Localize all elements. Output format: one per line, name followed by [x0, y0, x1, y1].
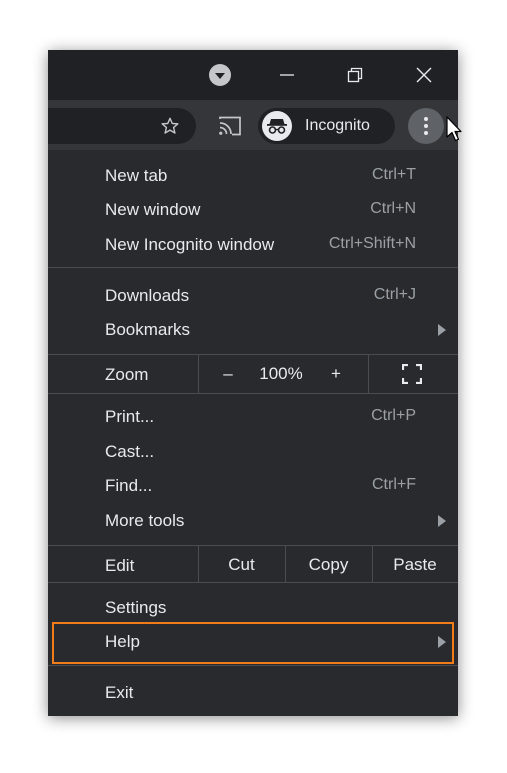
menu-item-settings[interactable]: Settings	[48, 591, 458, 625]
menu-item-label: Help	[105, 632, 140, 651]
menu-item-downloads[interactable]: Downloads Ctrl+J	[48, 279, 458, 313]
zoom-out-button[interactable]: –	[208, 364, 248, 384]
menu-item-more-tools[interactable]: More tools	[48, 504, 458, 538]
incognito-icon	[267, 119, 287, 134]
menu-item-help[interactable]: Help	[48, 625, 458, 659]
zoom-in-button[interactable]: +	[314, 364, 358, 384]
menu-item-new-window[interactable]: New window Ctrl+N	[48, 193, 458, 227]
customize-menu-button[interactable]	[408, 108, 444, 144]
menu-item-label: Cast...	[105, 442, 155, 461]
close-button[interactable]	[401, 60, 447, 90]
address-bar[interactable]	[48, 108, 196, 144]
menu-separator	[48, 267, 458, 268]
menu-item-shortcut: Ctrl+P	[371, 407, 416, 424]
menu-item-label: Downloads	[105, 286, 190, 305]
title-bar	[48, 50, 458, 100]
menu-separator	[48, 393, 458, 394]
menu-item-print[interactable]: Print... Ctrl+P	[48, 400, 458, 434]
menu-item-new-incognito-window[interactable]: New Incognito window Ctrl+Shift+N	[48, 228, 458, 262]
close-icon	[416, 67, 432, 83]
chrome-main-menu: New tab Ctrl+T New window Ctrl+N New Inc…	[48, 150, 458, 716]
cut-button[interactable]: Cut	[198, 555, 285, 575]
cast-icon[interactable]	[218, 116, 242, 136]
copy-button[interactable]: Copy	[285, 555, 372, 575]
menu-item-exit[interactable]: Exit	[48, 676, 458, 710]
paste-button[interactable]: Paste	[372, 555, 458, 575]
restore-button[interactable]	[332, 60, 378, 90]
menu-item-label: Exit	[105, 683, 134, 702]
zoom-divider	[368, 355, 369, 393]
incognito-avatar	[262, 111, 292, 141]
menu-item-shortcut: Ctrl+F	[372, 476, 416, 493]
submenu-arrow-icon	[438, 636, 446, 648]
menu-item-label: Find...	[105, 476, 153, 495]
submenu-arrow-icon	[438, 515, 446, 527]
menu-separator	[48, 665, 458, 666]
menu-separator	[48, 582, 458, 583]
mouse-cursor-icon	[446, 116, 462, 142]
menu-item-label: More tools	[105, 511, 185, 530]
browser-window: Incognito New tab Ctrl+T New window Ctrl…	[48, 50, 458, 716]
menu-item-label: New window	[105, 200, 201, 219]
zoom-label: Zoom	[105, 365, 149, 384]
menu-item-label: New tab	[105, 166, 168, 185]
menu-item-shortcut: Ctrl+Shift+N	[328, 235, 416, 252]
tab-search-icon	[209, 64, 231, 86]
menu-item-label: New Incognito window	[105, 235, 275, 254]
incognito-label: Incognito	[305, 117, 370, 134]
menu-item-new-tab[interactable]: New tab Ctrl+T	[48, 159, 458, 193]
menu-item-bookmarks[interactable]: Bookmarks	[48, 313, 458, 347]
kebab-menu-icon	[424, 117, 428, 135]
edit-label: Edit	[105, 556, 135, 575]
zoom-level-value: 100%	[259, 364, 303, 383]
menu-item-shortcut: Ctrl+N	[370, 200, 416, 217]
star-icon[interactable]	[160, 116, 180, 136]
menu-item-label: Settings	[105, 598, 167, 617]
menu-item-shortcut: Ctrl+J	[373, 286, 416, 303]
minimize-button[interactable]	[264, 60, 310, 90]
menu-item-cast[interactable]: Cast...	[48, 435, 458, 469]
menu-row-edit: Edit Cut Copy Paste	[48, 546, 458, 582]
menu-item-label: Bookmarks	[105, 320, 191, 339]
menu-row-zoom: Zoom – 100% +	[48, 355, 458, 393]
toolbar: Incognito	[48, 100, 458, 150]
incognito-profile-button[interactable]: Incognito	[258, 108, 395, 144]
zoom-divider	[198, 355, 199, 393]
fullscreen-icon[interactable]	[402, 364, 422, 384]
tab-search-button[interactable]	[197, 60, 243, 90]
minimize-icon	[280, 74, 294, 76]
menu-item-label: Print...	[105, 407, 155, 426]
menu-item-shortcut: Ctrl+T	[372, 166, 416, 183]
restore-icon	[347, 67, 363, 83]
submenu-arrow-icon	[438, 324, 446, 336]
menu-item-find[interactable]: Find... Ctrl+F	[48, 469, 458, 503]
